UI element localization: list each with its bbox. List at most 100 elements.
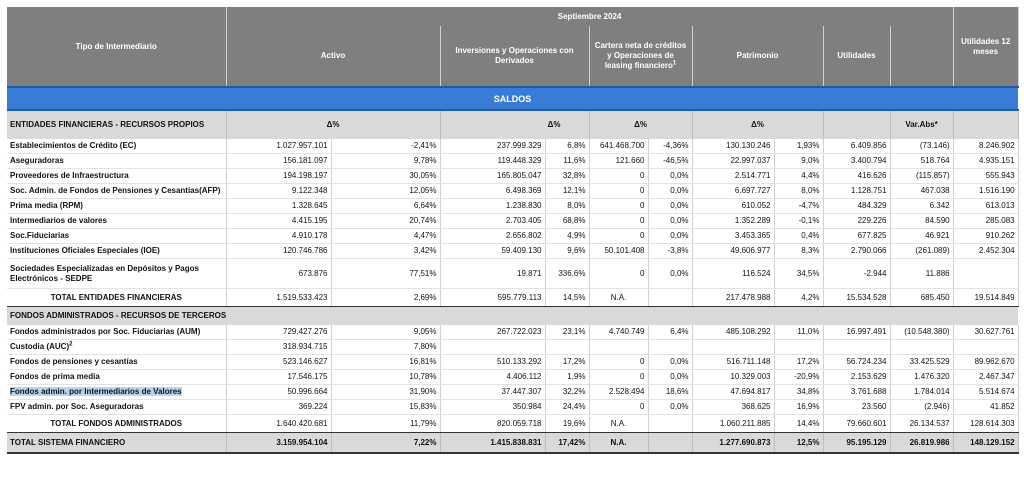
cell-activo: 729.427.276 — [226, 325, 332, 340]
row-label-text: Fondos de prima media — [10, 372, 100, 381]
cell-inversiones: 2.656.802 — [440, 228, 546, 244]
row-label: Proveedores de Infraestructura — [7, 168, 227, 184]
table-row: Soc.Fiduciarias 4.910.178 4,47% 2.656.802 4,… — [7, 228, 1019, 244]
cell-inversiones: 820.059.718 — [440, 414, 546, 433]
row-label: Establecimientos de Crédito (EC) — [7, 139, 227, 154]
cell-delta: 0,0% — [648, 213, 693, 229]
cell-utilidades-12: 285.083 — [953, 213, 1019, 229]
cell-activo: 1.640.420.681 — [226, 414, 332, 433]
cell-delta: 1,93% — [774, 139, 824, 154]
cell-utilidades-12: 89.962.670 — [953, 354, 1019, 370]
cell-utilidades: 484.329 — [823, 198, 891, 214]
row-label: Soc. Admin. de Fondos de Pensiones y Ces… — [7, 183, 227, 199]
cell-cartera: 0 — [589, 198, 649, 214]
cell-utilidades-12: 128.614.303 — [953, 414, 1019, 433]
table-row: Fondos administrados por Soc. Fiduciaria… — [7, 325, 1019, 340]
total-label: TOTAL FONDOS ADMINISTRADOS — [7, 414, 227, 433]
cell-inversiones: 1.415.838.831 — [440, 432, 546, 454]
cell-delta: 336,6% — [545, 258, 590, 289]
cell-delta: 8,0% — [774, 183, 824, 199]
table-row: Intermediarios de valores 4.415.195 20,74%… — [7, 213, 1019, 229]
cell-delta: 9,78% — [331, 153, 441, 169]
varabs-label: Var.Abs* — [890, 110, 954, 139]
cell-activo: 4.910.178 — [226, 228, 332, 244]
cell-utilidades: 229.226 — [823, 213, 891, 229]
cell-delta: 6,64% — [331, 198, 441, 214]
cell-patrimonio: 516.711.148 — [692, 354, 775, 370]
cell-patrimonio: 368.625 — [692, 399, 775, 415]
cell-activo: 673.876 — [226, 258, 332, 289]
cell-delta: 32,8% — [545, 168, 590, 184]
cell-inversiones: 595.779.113 — [440, 288, 546, 307]
header-utilidades: Utilidades — [823, 26, 891, 87]
cell-delta: 7,80% — [331, 339, 441, 355]
cell-varabs: 26.819.986 — [890, 432, 954, 454]
cell-patrimonio: 1.060.211.885 — [692, 414, 775, 433]
cell-activo: 523.146.627 — [226, 354, 332, 370]
cell-inversiones: 165.805.047 — [440, 168, 546, 184]
row-label-text: Aseguradoras — [10, 156, 64, 165]
table-row: Sociedades Especializadas en Depósitos y… — [7, 258, 1019, 289]
row-label: Fondos de pensiones y cesantías — [7, 354, 227, 370]
cell-patrimonio: 485.108.292 — [692, 325, 775, 340]
cell-utilidades-12 — [953, 258, 1019, 289]
row-label-text: Sociedades Especializadas en Depósitos y… — [10, 263, 199, 283]
row-label-text: Establecimientos de Crédito (EC) — [10, 141, 137, 150]
cell-delta: -4,7% — [774, 198, 824, 214]
cell-utilidades-12: 19.514.849 — [953, 288, 1019, 307]
cell-inversiones: 4.406.112 — [440, 369, 546, 385]
cell-utilidades: 95.195.129 — [823, 432, 891, 454]
cell-delta: 77,51% — [331, 258, 441, 289]
header-cartera: Cartera neta de créditos y Operaciones d… — [589, 26, 693, 87]
table-row: Aseguradoras 156.181.097 9,78% 119.448.329 1… — [7, 153, 1019, 169]
cell-delta: 9,6% — [545, 243, 590, 259]
cell-inversiones: 510.133.292 — [440, 354, 546, 370]
row-footnote: 2 — [69, 341, 73, 348]
table-row: Fondos de prima media 17.546.175 10,78% 4.4… — [7, 369, 1019, 385]
cell-delta: 14,4% — [774, 414, 824, 433]
row-label: Prima media (RPM) — [7, 198, 227, 214]
cell-activo: 17.546.175 — [226, 369, 332, 385]
cell-cartera: N.A. — [589, 432, 649, 454]
cell-delta: -0,1% — [774, 213, 824, 229]
cell-utilidades-12: 41.852 — [953, 399, 1019, 415]
cell-delta: 12,05% — [331, 183, 441, 199]
cell-delta: 0,4% — [774, 228, 824, 244]
cell-activo: 318.934.715 — [226, 339, 332, 355]
cell-delta: 15,83% — [331, 399, 441, 415]
cell-delta: 24,4% — [545, 399, 590, 415]
cell-delta: 20,74% — [331, 213, 441, 229]
cell-delta: 0,0% — [648, 354, 693, 370]
cell-patrimonio: 22.997.037 — [692, 153, 775, 169]
header-patrimonio: Patrimonio — [692, 26, 824, 87]
cell-delta: 31,90% — [331, 384, 441, 400]
row-label-text: Soc. Admin. de Fondos de Pensiones y Ces… — [10, 186, 221, 195]
cell-delta: 19,6% — [545, 414, 590, 433]
cell-cartera: 2.528.494 — [589, 384, 649, 400]
section-title: FONDOS ADMINISTRADOS - RECURSOS DE TERCE… — [7, 306, 1019, 325]
cell-inversiones: 267.722.023 — [440, 325, 546, 340]
cell-cartera: 0 — [589, 258, 649, 289]
cell-varabs: 33.425.529 — [890, 354, 954, 370]
cell-delta: 0,0% — [648, 198, 693, 214]
cell-delta: -20,9% — [774, 369, 824, 385]
cell-activo: 9.122.348 — [226, 183, 332, 199]
cell-activo: 50.996.664 — [226, 384, 332, 400]
row-label-text: Fondos administrados por Soc. Fiduciaria… — [10, 327, 201, 336]
table-row: Soc. Admin. de Fondos de Pensiones y Ces… — [7, 183, 1019, 199]
header-utilidades-12: Utilidades 12 meses — [953, 7, 1019, 87]
cell-delta: 0,0% — [648, 369, 693, 385]
grand-total-label: TOTAL SISTEMA FINANCIERO — [7, 432, 227, 454]
cell-cartera: 121.660 — [589, 153, 649, 169]
cell-delta: 34,5% — [774, 258, 824, 289]
cell-utilidades-12: 4.935.151 — [953, 153, 1019, 169]
cell-patrimonio: 10.329.003 — [692, 369, 775, 385]
cell-inversiones: 119.448.329 — [440, 153, 546, 169]
cell-inversiones: 350.984 — [440, 399, 546, 415]
cell-varabs: 685.450 — [890, 288, 954, 307]
row-label: Custodia (AUC)2 — [7, 339, 227, 355]
cell-delta: 8,3% — [774, 243, 824, 259]
cell-utilidades: 23.560 — [823, 399, 891, 415]
cell-utilidades: 3.761.688 — [823, 384, 891, 400]
cell-delta: 12,1% — [545, 183, 590, 199]
